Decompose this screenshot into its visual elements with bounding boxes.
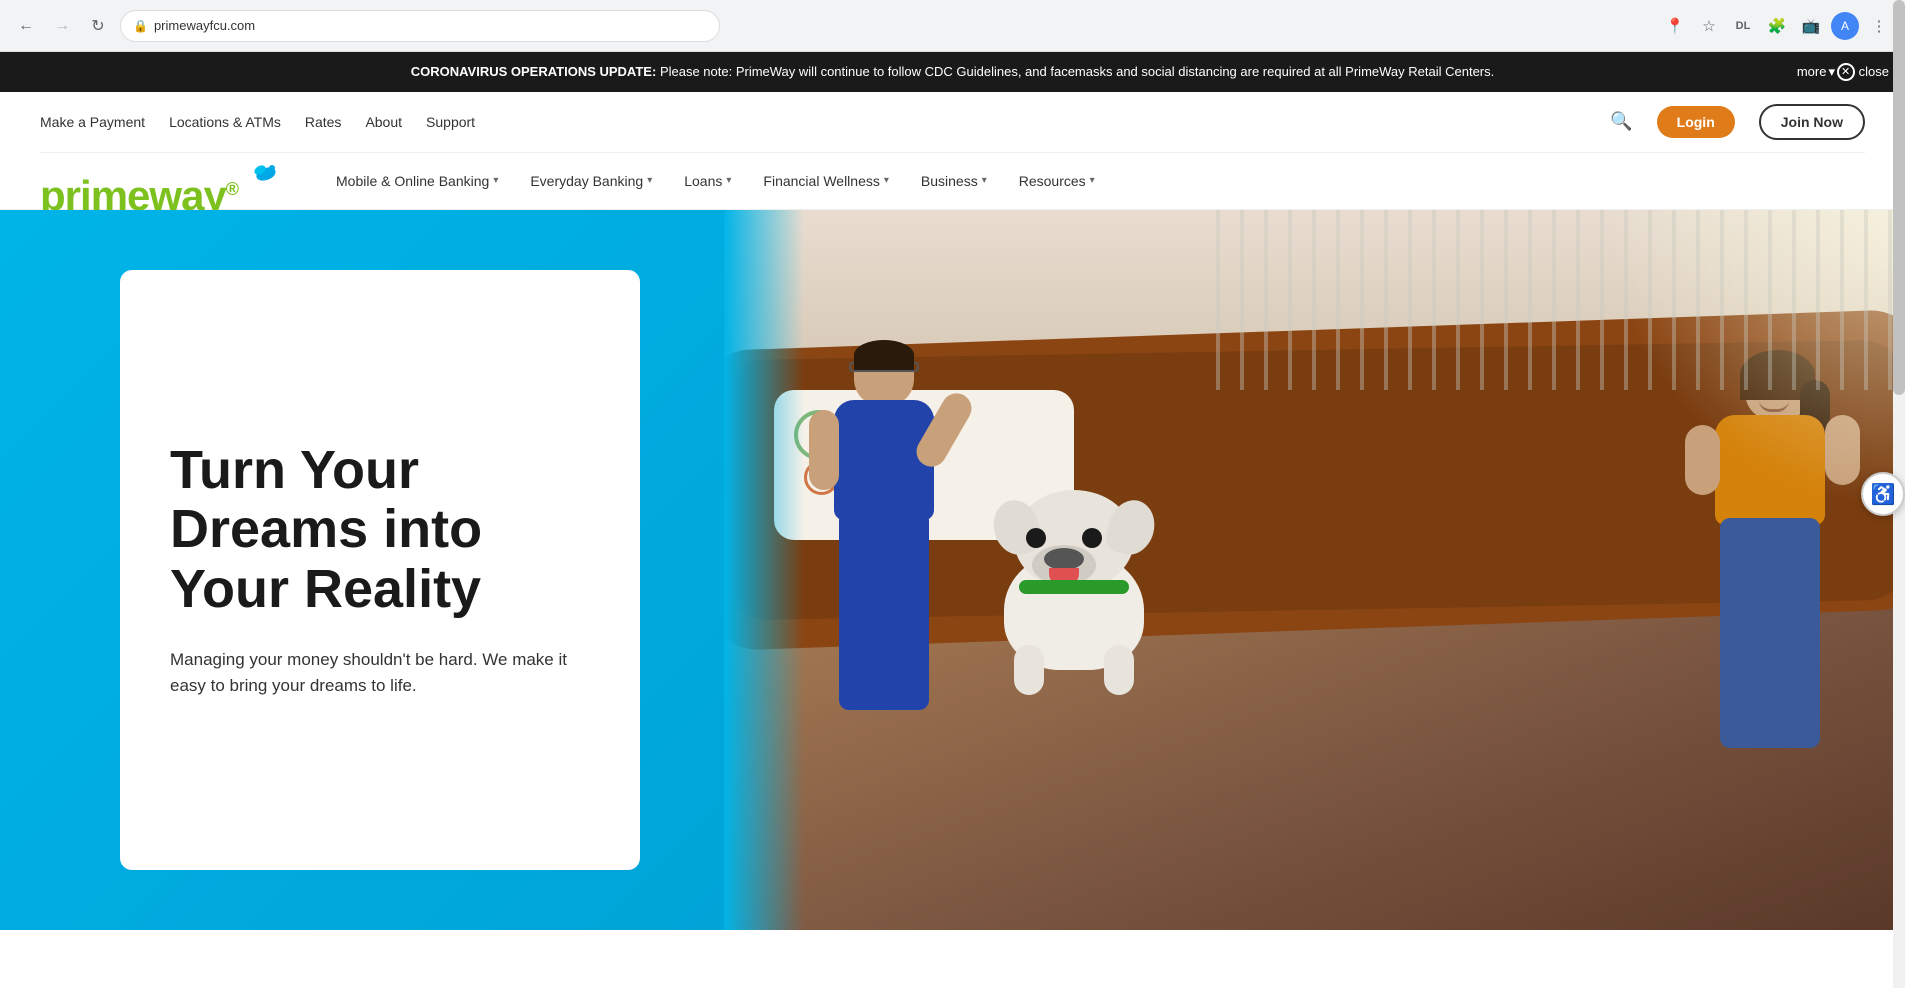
browser-chrome: ← → ↻ 🔒 primewayfcu.com 📍 ☆ DL 🧩 📺 A ⋮ bbox=[0, 0, 1905, 52]
announcement-body: Please note: PrimeWay will continue to f… bbox=[660, 64, 1494, 79]
forward-button[interactable]: → bbox=[48, 12, 76, 40]
nav-resources[interactable]: Resources ▾ bbox=[1003, 163, 1111, 199]
hero-text-panel: Turn Your Dreams into Your Reality Manag… bbox=[120, 270, 640, 870]
logo-area: primeway® bbox=[40, 172, 280, 189]
hero-content: Turn Your Dreams into Your Reality Manag… bbox=[0, 210, 1905, 930]
main-navigation: Mobile & Online Banking ▾ Everyday Banki… bbox=[320, 163, 1111, 199]
accessibility-button[interactable]: ♿ bbox=[1861, 472, 1905, 516]
browser-toolbar: 📍 ☆ DL 🧩 📺 A ⋮ bbox=[1661, 12, 1893, 40]
login-button[interactable]: Login bbox=[1657, 106, 1735, 138]
url-text: primewayfcu.com bbox=[154, 18, 255, 33]
top-navigation: Make a Payment Locations & ATMs Rates Ab… bbox=[40, 114, 475, 130]
reload-button[interactable]: ↻ bbox=[84, 12, 112, 40]
location-icon[interactable]: 📍 bbox=[1661, 12, 1689, 40]
hero-heading: Turn Your Dreams into Your Reality bbox=[170, 441, 590, 619]
header-bottom: primeway® Mobile & Online Banking ▾ Ever… bbox=[40, 153, 1865, 209]
address-bar[interactable]: 🔒 primewayfcu.com bbox=[120, 10, 720, 42]
dropdown-arrow-icon: ▾ bbox=[493, 175, 498, 186]
hero-section: Turn Your Dreams into Your Reality Manag… bbox=[0, 210, 1905, 930]
cast-icon[interactable]: 📺 bbox=[1797, 12, 1825, 40]
dropdown-arrow-icon: ▾ bbox=[647, 175, 652, 186]
logo-bird-decoration bbox=[252, 162, 280, 189]
hero-subtext: Managing your money shouldn't be hard. W… bbox=[170, 647, 590, 698]
lock-icon: 🔒 bbox=[133, 19, 148, 33]
support-link[interactable]: Support bbox=[426, 114, 475, 130]
make-payment-link[interactable]: Make a Payment bbox=[40, 114, 145, 130]
profile-avatar[interactable]: A bbox=[1831, 12, 1859, 40]
bookmark-icon[interactable]: ☆ bbox=[1695, 12, 1723, 40]
nav-everyday-banking[interactable]: Everyday Banking ▾ bbox=[514, 163, 668, 199]
announcement-bar: CORONAVIRUS OPERATIONS UPDATE: Please no… bbox=[0, 52, 1905, 92]
join-now-button[interactable]: Join Now bbox=[1759, 104, 1865, 140]
close-button[interactable]: ✕ close bbox=[1837, 63, 1889, 81]
close-circle-icon: ✕ bbox=[1837, 63, 1855, 81]
menu-icon[interactable]: ⋮ bbox=[1865, 12, 1893, 40]
nav-business[interactable]: Business ▾ bbox=[905, 163, 1003, 199]
image-edge-fade bbox=[724, 210, 804, 930]
hero-photo bbox=[724, 210, 1905, 930]
dropdown-arrow-icon: ▾ bbox=[726, 175, 731, 186]
rates-link[interactable]: Rates bbox=[305, 114, 342, 130]
about-link[interactable]: About bbox=[365, 114, 402, 130]
announcement-title: CORONAVIRUS OPERATIONS UPDATE: bbox=[411, 64, 657, 79]
dropdown-arrow-icon: ▾ bbox=[982, 175, 987, 186]
dropdown-arrow-icon: ▾ bbox=[1090, 175, 1095, 186]
nav-financial-wellness[interactable]: Financial Wellness ▾ bbox=[747, 163, 905, 199]
hero-image-area bbox=[724, 210, 1905, 930]
nav-loans[interactable]: Loans ▾ bbox=[668, 163, 747, 199]
locations-atms-link[interactable]: Locations & ATMs bbox=[169, 114, 281, 130]
header-top: Make a Payment Locations & ATMs Rates Ab… bbox=[40, 92, 1865, 153]
nav-mobile-online-banking[interactable]: Mobile & Online Banking ▾ bbox=[320, 163, 514, 199]
extensions-icon[interactable]: 🧩 bbox=[1763, 12, 1791, 40]
more-button[interactable]: more ▾ bbox=[1797, 64, 1835, 80]
main-header: Make a Payment Locations & ATMs Rates Ab… bbox=[0, 92, 1905, 210]
scrollbar-thumb[interactable] bbox=[1893, 0, 1905, 395]
search-button[interactable]: 🔍 bbox=[1610, 111, 1632, 132]
zoom-icon[interactable]: DL bbox=[1729, 12, 1757, 40]
photo-scene bbox=[724, 210, 1905, 930]
dropdown-arrow-icon: ▾ bbox=[884, 175, 889, 186]
back-button[interactable]: ← bbox=[12, 12, 40, 40]
accessibility-icon: ♿ bbox=[1871, 482, 1896, 507]
